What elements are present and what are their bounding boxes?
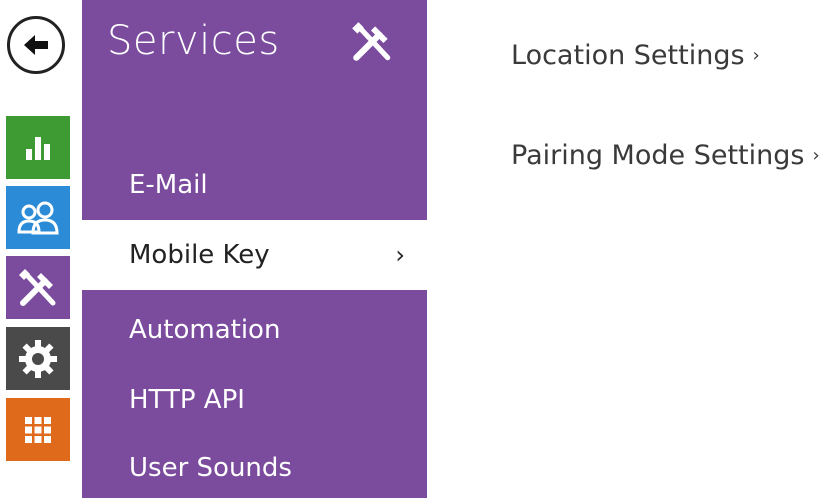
pairing-mode-settings-link[interactable]: Pairing Mode Settings › bbox=[511, 140, 820, 171]
chevron-right-icon: › bbox=[752, 45, 760, 66]
bar-chart-icon bbox=[26, 136, 50, 160]
menu-item-user-sounds[interactable]: User Sounds bbox=[82, 433, 427, 503]
rail-item-services[interactable] bbox=[6, 256, 70, 319]
rail-item-directory[interactable] bbox=[6, 186, 70, 249]
users-icon bbox=[17, 201, 59, 234]
menu-item-email[interactable]: E-Mail bbox=[82, 150, 427, 220]
link-label: Location Settings bbox=[511, 40, 745, 71]
gear-icon bbox=[19, 339, 57, 378]
menu-item-label: E-Mail bbox=[129, 170, 208, 200]
rail-item-status[interactable] bbox=[6, 116, 70, 179]
link-label: Pairing Mode Settings bbox=[511, 140, 805, 171]
menu-item-label: Mobile Key bbox=[129, 240, 270, 270]
tools-icon bbox=[352, 22, 391, 61]
panel-title: Services bbox=[107, 18, 280, 64]
rail-item-system[interactable] bbox=[6, 398, 70, 461]
icon-rail bbox=[0, 0, 75, 498]
menu-item-automation[interactable]: Automation bbox=[82, 295, 427, 365]
menu-item-label: HTTP API bbox=[129, 385, 245, 415]
tools-icon bbox=[19, 268, 56, 306]
menu-item-label: User Sounds bbox=[129, 453, 292, 483]
chevron-right-icon: › bbox=[395, 241, 405, 269]
menu-item-http-api[interactable]: HTTP API bbox=[82, 365, 427, 435]
menu-item-label: Automation bbox=[129, 315, 281, 345]
rail-item-hardware[interactable] bbox=[6, 327, 70, 390]
arrow-left-icon bbox=[24, 35, 48, 55]
back-button[interactable] bbox=[7, 16, 65, 74]
menu-item-mobile-key[interactable]: Mobile Key › bbox=[82, 220, 427, 290]
location-settings-link[interactable]: Location Settings › bbox=[511, 40, 760, 71]
grid-icon bbox=[25, 416, 51, 443]
services-panel: Services E-Mail Mobile Key › Automation … bbox=[82, 0, 427, 498]
chevron-right-icon: › bbox=[812, 145, 820, 166]
